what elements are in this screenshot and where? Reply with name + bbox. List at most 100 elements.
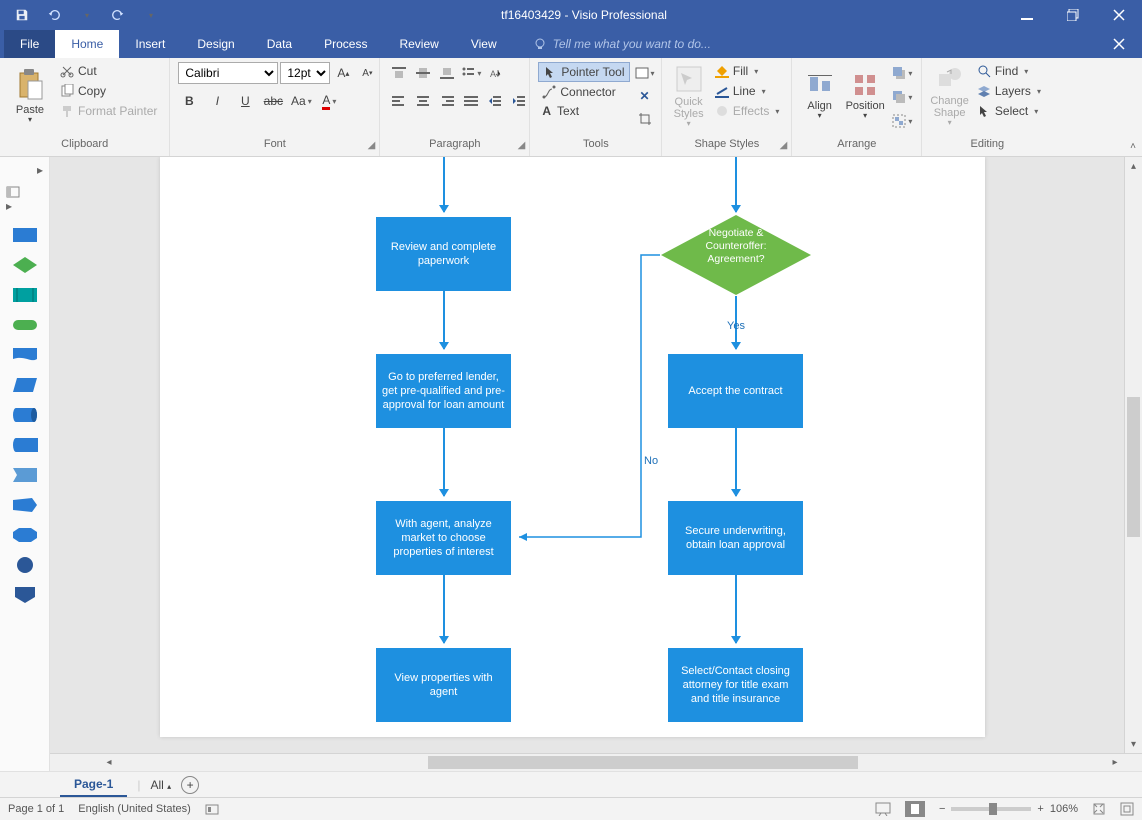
line-button[interactable]: Line: [711, 82, 783, 100]
flow-box-lender[interactable]: Go to preferred lender, get pre-qualifie…: [376, 354, 511, 428]
qat-customize-dropdown[interactable]: [136, 3, 164, 27]
align-left-button[interactable]: [388, 90, 410, 112]
save-icon[interactable]: [8, 3, 36, 27]
connector-arrow[interactable]: [443, 428, 445, 496]
format-painter-button[interactable]: Format Painter: [56, 102, 161, 120]
send-back-button[interactable]: [891, 86, 913, 108]
page-indicator[interactable]: Page 1 of 1: [8, 803, 64, 815]
drawing-page[interactable]: Review and complete paperwork Go to pref…: [160, 157, 985, 737]
font-name-select[interactable]: Calibri: [178, 62, 278, 84]
scroll-up-arrow[interactable]: ▴: [1125, 157, 1142, 175]
add-page-button[interactable]: +: [181, 776, 199, 794]
find-button[interactable]: Find: [973, 62, 1045, 80]
horizontal-scrollbar[interactable]: ◂ ▸: [50, 753, 1142, 771]
scroll-thumb[interactable]: [1127, 397, 1140, 537]
connection-point-tool-button[interactable]: ✕: [634, 85, 656, 107]
font-size-select[interactable]: 12pt.: [280, 62, 330, 84]
scroll-thumb[interactable]: [428, 756, 858, 769]
rectangle-tool-button[interactable]: [634, 62, 656, 84]
bring-front-button[interactable]: [891, 62, 913, 84]
shape-start-end[interactable]: [12, 316, 38, 334]
connector-arrow[interactable]: [443, 157, 445, 212]
align-bottom-button[interactable]: [436, 62, 458, 84]
all-pages-button[interactable]: All ▴: [150, 778, 171, 792]
grow-font-button[interactable]: A▴: [332, 62, 354, 84]
align-center-button[interactable]: [412, 90, 434, 112]
connector-arrow[interactable]: [443, 575, 445, 643]
text-tool-button[interactable]: AText: [538, 102, 629, 120]
shape-off-page-ref[interactable]: [12, 586, 38, 604]
tab-design[interactable]: Design: [181, 30, 250, 58]
shape-custom2[interactable]: [12, 496, 38, 514]
presentation-mode-icon[interactable]: [875, 802, 891, 816]
decrease-indent-button[interactable]: [484, 90, 506, 112]
close-button[interactable]: [1096, 0, 1142, 30]
tell-me-search[interactable]: Tell me what you want to do...: [513, 30, 711, 58]
align-middle-button[interactable]: [412, 62, 434, 84]
bold-button[interactable]: B: [178, 90, 200, 112]
shape-custom1[interactable]: [12, 466, 38, 484]
close-document-button[interactable]: [1096, 30, 1142, 58]
flow-decision-negotiate[interactable]: Negotiate & Counteroffer: Agreement?: [659, 213, 813, 297]
align-right-button[interactable]: [436, 90, 458, 112]
change-shape-button[interactable]: Change Shape▾: [930, 62, 969, 132]
tab-process[interactable]: Process: [308, 30, 383, 58]
cut-button[interactable]: Cut: [56, 62, 161, 80]
paste-button[interactable]: Paste▾: [8, 62, 52, 132]
undo-dropdown[interactable]: [72, 3, 100, 27]
restore-button[interactable]: [1050, 0, 1096, 30]
shape-decision[interactable]: [12, 256, 38, 274]
page-width-icon[interactable]: [905, 801, 925, 817]
quick-styles-button[interactable]: Quick Styles▾: [670, 62, 707, 132]
connector-no-branch[interactable]: [511, 253, 671, 543]
shape-subprocess[interactable]: [12, 286, 38, 304]
tab-review[interactable]: Review: [383, 30, 454, 58]
expand-shapes-icon[interactable]: ▸: [37, 163, 43, 177]
zoom-out-button[interactable]: −: [939, 803, 945, 815]
flow-box-review[interactable]: Review and complete paperwork: [376, 217, 511, 291]
change-case-button[interactable]: Aa: [290, 90, 312, 112]
effects-button[interactable]: Effects: [711, 102, 783, 120]
copy-button[interactable]: Copy: [56, 82, 161, 100]
minimize-button[interactable]: [1004, 0, 1050, 30]
zoom-level[interactable]: 106%: [1050, 803, 1078, 815]
connector-arrow[interactable]: [443, 291, 445, 349]
flow-box-analyze[interactable]: With agent, analyze market to choose pro…: [376, 501, 511, 575]
strikethrough-button[interactable]: abc: [262, 90, 284, 112]
align-top-button[interactable]: [388, 62, 410, 84]
justify-button[interactable]: [460, 90, 482, 112]
align-button[interactable]: Align▾: [800, 62, 839, 132]
dialog-launcher-icon[interactable]: ◢: [368, 140, 376, 151]
zoom-slider[interactable]: [951, 807, 1031, 811]
connector-tool-button[interactable]: Connector: [538, 83, 629, 101]
position-button[interactable]: Position▾: [843, 62, 887, 132]
scroll-left-arrow[interactable]: ◂: [100, 757, 118, 768]
shrink-font-button[interactable]: A▾: [356, 62, 378, 84]
shape-data[interactable]: [12, 376, 38, 394]
tab-view[interactable]: View: [455, 30, 513, 58]
shape-document[interactable]: [12, 346, 38, 364]
vertical-scrollbar[interactable]: ▴ ▾: [1124, 157, 1142, 753]
fit-window-icon[interactable]: [1120, 802, 1134, 816]
group-shapes-button[interactable]: [891, 110, 913, 132]
scroll-right-arrow[interactable]: ▸: [1106, 757, 1124, 768]
language-indicator[interactable]: English (United States): [78, 803, 191, 815]
dialog-launcher-icon[interactable]: ◢: [518, 140, 526, 151]
shape-external-data[interactable]: [12, 436, 38, 454]
page-tab-1[interactable]: Page-1: [60, 773, 127, 797]
shape-on-page-ref[interactable]: [12, 556, 38, 574]
bullets-button[interactable]: [460, 62, 482, 84]
connector-arrow[interactable]: [735, 428, 737, 496]
crop-tool-button[interactable]: [634, 108, 656, 130]
connector-arrow[interactable]: [735, 575, 737, 643]
tab-insert[interactable]: Insert: [119, 30, 181, 58]
collapse-ribbon-button[interactable]: ˄: [1130, 141, 1136, 152]
text-direction-button[interactable]: A: [484, 62, 506, 84]
flow-box-secure[interactable]: Secure underwriting, obtain loan approva…: [668, 501, 803, 575]
font-color-button[interactable]: A: [318, 90, 340, 112]
shape-database[interactable]: [12, 406, 38, 424]
shape-process[interactable]: [12, 226, 38, 244]
pointer-tool-button[interactable]: Pointer Tool: [538, 62, 629, 82]
scroll-down-arrow[interactable]: ▾: [1125, 735, 1142, 753]
dialog-launcher-icon[interactable]: ◢: [780, 140, 788, 151]
